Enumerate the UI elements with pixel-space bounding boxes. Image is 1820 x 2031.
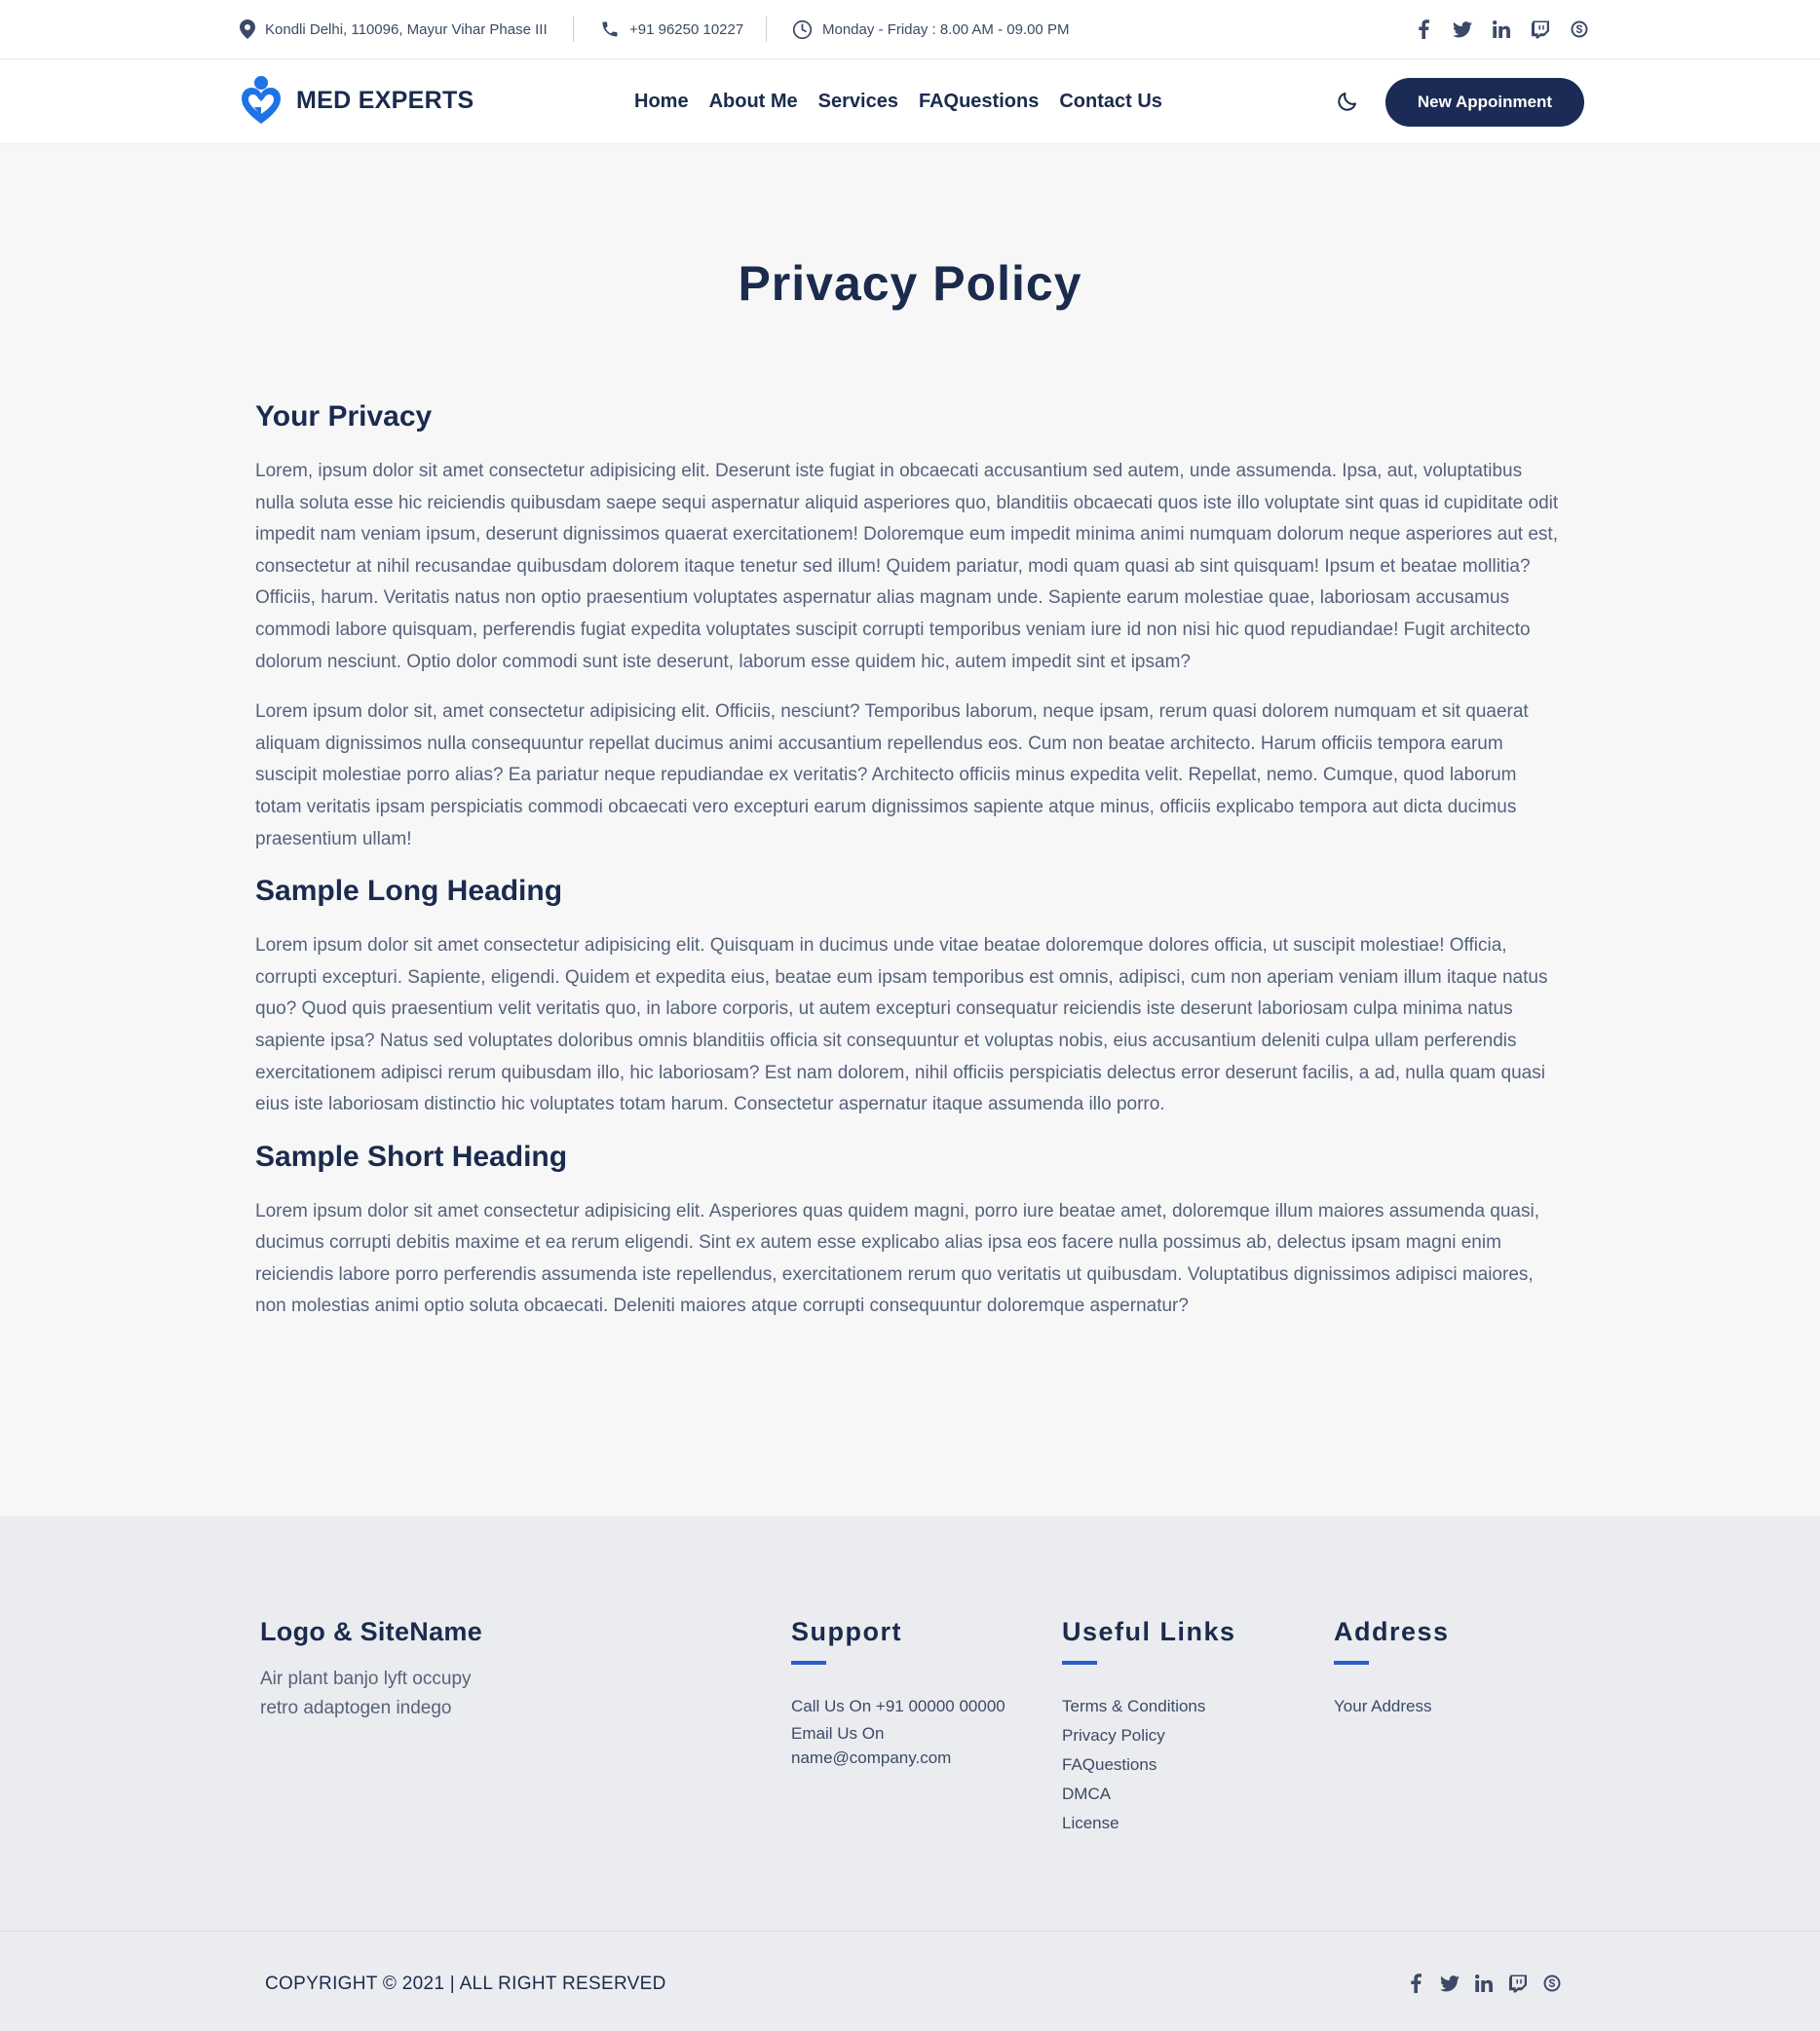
- hours-info: Monday - Friday : 8.00 AM - 09.00 PM: [792, 0, 1069, 58]
- skype-icon[interactable]: [1569, 19, 1590, 40]
- footer-link-terms[interactable]: Terms & Conditions: [1062, 1692, 1236, 1721]
- section-heading: Sample Short Heading: [255, 1140, 568, 1173]
- section-paragraph: Lorem, ipsum dolor sit amet consectetur …: [255, 461, 1559, 672]
- moon-icon: [1338, 93, 1356, 111]
- map-pin-icon: [240, 19, 255, 39]
- heading-underline: [1334, 1661, 1369, 1665]
- address-text: Kondli Delhi, 110096, Mayur Vihar Phase …: [265, 20, 548, 38]
- nav-link-contact[interactable]: Contact Us: [1059, 91, 1162, 113]
- footer-links-heading: Useful Links: [1062, 1617, 1236, 1646]
- footer-brand-column: Logo & SiteName Air plant banjo lyft occ…: [260, 1617, 504, 1723]
- page-title: Privacy Policy: [738, 256, 1082, 311]
- facebook-icon[interactable]: [1405, 1973, 1426, 1994]
- top-info-bar: Kondli Delhi, 110096, Mayur Vihar Phase …: [0, 0, 1820, 59]
- footer-address-heading: Address: [1334, 1617, 1450, 1646]
- nav-link-faq[interactable]: FAQuestions: [919, 91, 1039, 113]
- footer-tagline: Air plant banjo lyft occupy retro adapto…: [260, 1669, 472, 1718]
- heart-person-logo-icon: [242, 76, 281, 124]
- primary-nav: Home About Me Services FAQuestions Conta…: [634, 59, 1183, 143]
- top-social-links: [1395, 19, 1590, 40]
- divider: [573, 17, 574, 42]
- heading-underline: [1062, 1661, 1097, 1665]
- site-footer: Logo & SiteName Air plant banjo lyft occ…: [0, 1516, 1820, 2031]
- section-paragraph: Lorem ipsum dolor sit amet consectetur a…: [255, 935, 1548, 1115]
- footer-brand-heading: Logo & SiteName: [260, 1617, 483, 1646]
- section-heading: Sample Long Heading: [255, 875, 563, 908]
- address-info: Kondli Delhi, 110096, Mayur Vihar Phase …: [240, 0, 548, 58]
- support-email[interactable]: name@company.com: [791, 1746, 1005, 1770]
- section-paragraph: Lorem ipsum dolor sit amet consectetur a…: [255, 1200, 1539, 1317]
- facebook-icon[interactable]: [1413, 19, 1434, 40]
- nav-link-services[interactable]: Services: [818, 91, 898, 113]
- dark-mode-toggle[interactable]: [1336, 90, 1361, 115]
- policy-content: Your Privacy Lorem, ipsum dolor sit amet…: [255, 399, 1566, 1341]
- copyright-text: COPYRIGHT © 2021 | ALL RIGHT RESERVED: [265, 1974, 666, 1994]
- twitter-icon[interactable]: [1452, 19, 1473, 40]
- footer-support-column: Support Call Us On +91 00000 00000 Email…: [791, 1617, 1005, 1770]
- divider: [766, 17, 767, 42]
- linkedin-icon[interactable]: [1491, 19, 1512, 40]
- phone-text[interactable]: +91 96250 10227: [629, 21, 743, 38]
- nav-link-home[interactable]: Home: [634, 91, 689, 113]
- footer-links-column: Useful Links Terms & Conditions Privacy …: [1062, 1617, 1236, 1838]
- footer-divider: [0, 1931, 1820, 1932]
- heading-underline: [791, 1661, 826, 1665]
- footer-address-column: Address Your Address: [1334, 1617, 1450, 1721]
- footer-link-privacy[interactable]: Privacy Policy: [1062, 1721, 1236, 1750]
- support-phone[interactable]: Call Us On +91 00000 00000: [791, 1692, 1005, 1721]
- phone-info: +91 96250 10227: [600, 0, 743, 58]
- new-appointment-button[interactable]: New Appoinment: [1385, 78, 1584, 127]
- clock-icon: [792, 19, 813, 39]
- footer-link-license[interactable]: License: [1062, 1809, 1236, 1838]
- footer-support-heading: Support: [791, 1617, 902, 1646]
- brand-name: MED EXPERTS: [296, 87, 474, 114]
- site-logo[interactable]: MED EXPERTS: [240, 75, 474, 127]
- footer-link-dmca[interactable]: DMCA: [1062, 1780, 1236, 1809]
- linkedin-icon[interactable]: [1473, 1973, 1495, 1994]
- support-email-label: Email Us On: [791, 1724, 885, 1743]
- phone-icon: [602, 21, 618, 37]
- footer-social-links: [1387, 1973, 1563, 1994]
- footer-link-faq[interactable]: FAQuestions: [1062, 1750, 1236, 1780]
- main-navbar: MED EXPERTS Home About Me Services FAQue…: [0, 59, 1820, 144]
- hours-text: Monday - Friday : 8.00 AM - 09.00 PM: [822, 20, 1070, 38]
- section-paragraph: Lorem ipsum dolor sit, amet consectetur …: [255, 701, 1529, 849]
- twitch-icon[interactable]: [1530, 19, 1551, 40]
- twitch-icon[interactable]: [1507, 1973, 1529, 1994]
- twitter-icon[interactable]: [1439, 1973, 1460, 1994]
- nav-link-about[interactable]: About Me: [709, 91, 798, 113]
- footer-address-text: Your Address: [1334, 1697, 1432, 1715]
- section-heading: Your Privacy: [255, 400, 433, 433]
- skype-icon[interactable]: [1541, 1973, 1563, 1994]
